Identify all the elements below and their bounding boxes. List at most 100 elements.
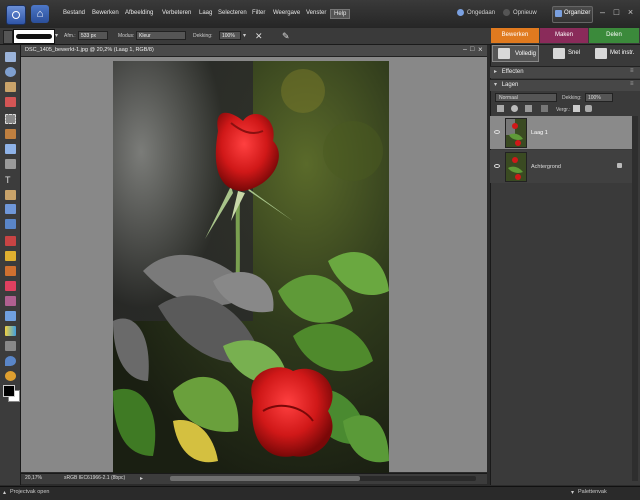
brush-tool-icon[interactable]	[3, 30, 13, 44]
menu-bestand[interactable]: Bestand	[63, 10, 85, 16]
link-icon[interactable]	[541, 105, 548, 112]
clone-stamp-tool-icon[interactable]	[5, 266, 16, 276]
chevron-up-icon[interactable]: ▴	[3, 489, 6, 496]
shape-tool-icon[interactable]	[5, 341, 16, 351]
layer-thumbnail	[505, 118, 527, 148]
zoom-tool-icon[interactable]	[5, 67, 16, 77]
panel-menu-icon[interactable]: ≡	[630, 81, 634, 87]
layer-opacity-label: Dekking:	[562, 95, 582, 101]
lasso-tool-icon[interactable]	[5, 129, 16, 139]
undo-button[interactable]: Ongedaan	[467, 10, 495, 16]
minimize-icon[interactable]: –	[463, 46, 467, 53]
straighten-tool-icon[interactable]	[5, 219, 16, 229]
spot-healing-tool-icon[interactable]	[5, 251, 16, 261]
blend-mode-select[interactable]: Normaal	[495, 93, 557, 102]
guided-edit-icon	[595, 48, 607, 59]
paint-bucket-tool-icon[interactable]	[5, 311, 16, 321]
minimize-icon[interactable]: –	[598, 8, 607, 17]
opacity-field[interactable]: 100%	[219, 31, 241, 40]
menu-selecteren[interactable]: Selecteren	[218, 10, 247, 16]
red-eye-tool-icon[interactable]	[5, 236, 16, 246]
view-met-instr[interactable]: Met instr.	[610, 45, 640, 62]
tab-delen[interactable]: Delen	[589, 28, 639, 43]
chevron-right-icon: ▸	[494, 69, 498, 75]
chevron-down-icon: ▾	[494, 82, 498, 88]
photo-red-rose[interactable]	[113, 61, 389, 473]
close-icon[interactable]: ×	[478, 45, 483, 54]
magic-wand-tool-icon[interactable]	[5, 144, 16, 154]
brush-tool-icon[interactable]	[5, 296, 16, 306]
menu-laag[interactable]: Laag	[199, 10, 212, 16]
chevron-down-icon[interactable]: ▾	[243, 32, 246, 39]
layers-panel-header[interactable]: ▾ Lagen	[490, 79, 640, 91]
move-tool-icon[interactable]	[5, 52, 16, 62]
lock-transparency-icon[interactable]	[573, 105, 580, 112]
brush-stroke-preview	[16, 34, 52, 39]
panel-menu-icon[interactable]: ≡	[630, 68, 634, 74]
size-field[interactable]: 533 px	[78, 31, 108, 40]
lock-label: Vergr.:	[556, 107, 571, 113]
chevron-down-icon[interactable]: ▾	[571, 489, 574, 496]
lock-all-icon[interactable]	[585, 105, 592, 112]
zoom-readout[interactable]: 20,17%	[25, 475, 42, 481]
marquee-tool-icon[interactable]	[5, 114, 16, 124]
crop-tool-icon[interactable]	[5, 190, 16, 200]
eye-icon[interactable]	[494, 164, 500, 168]
new-layer-icon[interactable]	[497, 105, 504, 112]
eyedropper-tool-icon[interactable]	[5, 97, 16, 107]
color-profile-readout: sRGB IEC61966-2.1 (8bpc)	[64, 475, 126, 481]
chevron-down-icon[interactable]: ▾	[55, 32, 61, 40]
redo-icon[interactable]	[503, 9, 510, 16]
tab-maken[interactable]: Maken	[540, 28, 588, 43]
layer-opacity-field[interactable]: 100%	[585, 93, 613, 102]
foreground-color-swatch[interactable]	[3, 385, 15, 397]
home-icon[interactable]: ⌂	[31, 5, 49, 23]
blur-tool-icon[interactable]	[5, 356, 16, 366]
organizer-icon	[555, 10, 562, 17]
effects-panel-title: Effecten	[501, 69, 524, 75]
redo-button[interactable]: Opnieuw	[513, 10, 537, 16]
effects-panel-header[interactable]: ▸ Effecten	[490, 66, 640, 78]
horizontal-scroll-thumb[interactable]	[170, 476, 360, 481]
menu-filter[interactable]: Filter	[252, 10, 265, 16]
brush-preset-picker[interactable]	[13, 29, 55, 44]
project-bin-toggle[interactable]: Projectvak open	[10, 489, 49, 495]
menu-bewerken[interactable]: Bewerken	[92, 10, 119, 16]
menu-venster[interactable]: Venster	[306, 10, 326, 16]
close-icon[interactable]: ×	[626, 8, 635, 17]
selection-brush-tool-icon[interactable]	[5, 159, 16, 169]
gradient-tool-icon[interactable]	[5, 326, 16, 336]
layers-scrollbar[interactable]	[632, 116, 638, 481]
size-label: Afm.:	[64, 33, 76, 39]
layer-name[interactable]: Achtergrond	[531, 164, 561, 170]
menu-weergave[interactable]: Weergave	[273, 10, 300, 16]
hand-tool-icon[interactable]	[5, 82, 16, 92]
airbrush-icon[interactable]: ✕	[255, 31, 265, 41]
menu-help[interactable]: Help	[330, 9, 351, 19]
undo-icon[interactable]	[457, 9, 464, 16]
maximize-icon[interactable]: □	[612, 8, 621, 17]
view-snel[interactable]: Snel	[568, 45, 598, 62]
sponge-tool-icon[interactable]	[5, 371, 16, 381]
layers-panel-title: Lagen	[501, 82, 519, 88]
tab-bewerken[interactable]: Bewerken	[491, 28, 539, 43]
layer-name[interactable]: Laag 1	[531, 130, 548, 136]
text-tool-icon[interactable]: T	[5, 175, 16, 185]
maximize-icon[interactable]: □	[470, 46, 474, 53]
eraser-tool-icon[interactable]	[5, 281, 16, 291]
photoshop-elements-app-icon[interactable]	[6, 5, 26, 25]
full-edit-icon	[498, 48, 510, 59]
adjustment-layer-icon[interactable]	[511, 105, 518, 112]
trash-icon[interactable]	[525, 105, 532, 112]
menu-afbeelding[interactable]: Afbeelding	[125, 10, 153, 16]
eye-icon[interactable]	[494, 130, 500, 134]
document-title: DSC_1405_bewerkt-1.jpg @ 20,2% (Laag 1, …	[25, 47, 154, 53]
brush-settings-icon[interactable]: ✎	[282, 31, 292, 41]
menu-verbeteren[interactable]: Verbeteren	[162, 10, 191, 16]
lock-icon	[617, 163, 622, 168]
chevron-right-icon[interactable]: ▸	[140, 475, 143, 482]
cookie-cutter-tool-icon[interactable]	[5, 204, 16, 214]
palette-bin-toggle[interactable]: Palettenvak	[578, 489, 607, 495]
mode-select[interactable]: Kleur	[136, 31, 186, 40]
bottom-status-bar	[0, 486, 640, 500]
